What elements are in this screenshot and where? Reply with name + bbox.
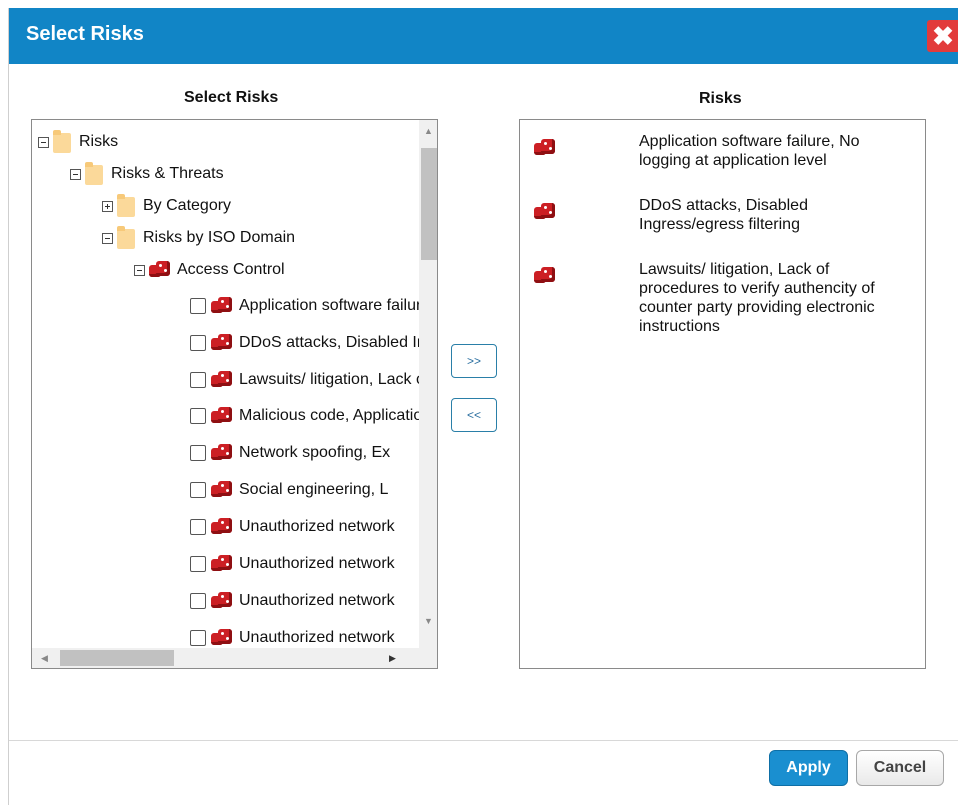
apply-button[interactable]: Apply: [769, 750, 848, 786]
cancel-button[interactable]: Cancel: [856, 750, 944, 786]
tree-leaf-risk[interactable]: DDoS attacks, Disabled Ingress/egress fi…: [190, 331, 437, 355]
scroll-right-icon[interactable]: ▶: [389, 653, 396, 664]
tree-leaf-label: Unauthorized network: [239, 629, 395, 646]
tree-leaf-risk[interactable]: Social engineering, L: [190, 478, 388, 502]
vertical-scroll-thumb[interactable]: [421, 148, 437, 260]
risk-icon: [534, 202, 556, 222]
tree-leaf-risk[interactable]: Unauthorized network: [190, 589, 395, 613]
expand-icon[interactable]: [102, 200, 113, 212]
tree-node-risks[interactable]: Risks: [38, 130, 118, 154]
folder-icon: [117, 226, 137, 250]
tree-leaf-risk[interactable]: Unauthorized network: [190, 515, 395, 539]
remove-risk-button[interactable]: <<: [451, 398, 497, 432]
collapse-icon[interactable]: [70, 168, 81, 180]
risk-checkbox[interactable]: [190, 556, 206, 572]
tree-node-access-control[interactable]: Access Control: [134, 258, 285, 282]
risk-checkbox[interactable]: [190, 593, 206, 609]
collapse-icon[interactable]: [102, 232, 113, 244]
scroll-up-icon[interactable]: ▲: [424, 126, 433, 136]
risk-checkbox[interactable]: [190, 372, 206, 388]
tree-leaf-label: Social engineering, L: [239, 481, 389, 498]
selected-risk-label: Lawsuits/ litigation, Lack of procedures…: [639, 261, 875, 335]
horizontal-scrollbar[interactable]: ◀ ▶: [32, 648, 420, 668]
tree-node-label: Risks & Threats: [111, 165, 224, 182]
collapse-icon[interactable]: [38, 136, 49, 148]
selected-risk-label: Application software failure, No logging…: [639, 133, 860, 169]
tree-leaf-label: Unauthorized network: [239, 518, 395, 535]
tree-leaf-risk[interactable]: Lawsuits/ litigation, Lack of procedures…: [190, 368, 437, 392]
select-risks-dialog: Select Risks ✖ Select Risks Risks Risks …: [8, 8, 958, 805]
risk-icon: [534, 266, 556, 286]
folder-icon: [53, 130, 73, 154]
dialog-title: Select Risks: [26, 23, 144, 45]
tree-leaf-risk[interactable]: Malicious code, Application: [190, 404, 431, 428]
folder-icon: [117, 194, 137, 218]
tree-node-label: Access Control: [177, 261, 285, 278]
risks-heading: Risks: [699, 90, 742, 107]
scroll-left-icon[interactable]: ◀: [41, 653, 48, 664]
folder-icon: [85, 162, 105, 186]
tree-leaf-risk[interactable]: Network spoofing, Ex: [190, 441, 390, 465]
risk-checkbox[interactable]: [190, 519, 206, 535]
tree-leaf-label: Unauthorized network: [239, 555, 395, 572]
close-icon: ✖: [932, 20, 954, 51]
tree-node-label: Risks: [79, 133, 119, 150]
risk-tree-panel[interactable]: Risks Risks & Threats By Category Risks …: [31, 119, 438, 669]
tree-leaf-risk[interactable]: Application software failure, No logging…: [190, 294, 437, 318]
collapse-icon[interactable]: [134, 264, 145, 276]
scrollbar-corner: [419, 648, 437, 668]
risk-icon: [211, 333, 233, 353]
tree-node-label: By Category: [143, 197, 232, 214]
risk-icon: [211, 296, 233, 316]
risk-icon: [534, 138, 556, 158]
risk-icon: [211, 443, 233, 463]
horizontal-scroll-thumb[interactable]: [60, 650, 174, 666]
risk-icon: [149, 260, 171, 280]
tree-leaf-label: Unauthorized network: [239, 592, 395, 609]
risk-icon: [211, 554, 233, 574]
selected-risks-panel: Application software failure, No logging…: [519, 119, 926, 669]
scroll-down-icon[interactable]: ▼: [424, 616, 433, 626]
tree-node-iso-domain[interactable]: Risks by ISO Domain: [102, 226, 295, 250]
vertical-scrollbar[interactable]: ▲ ▼: [419, 120, 437, 650]
tree-leaf-label: Network spoofing, Ex: [239, 444, 391, 461]
tree-node-label: Risks by ISO Domain: [143, 229, 296, 246]
risk-checkbox[interactable]: [190, 408, 206, 424]
tree-leaf-label: DDoS attacks, Disabled Ingress/egress fi…: [239, 334, 437, 351]
tree-leaf-risk[interactable]: Unauthorized network: [190, 552, 395, 576]
footer-divider: [9, 740, 958, 741]
tree-leaf-risk[interactable]: Unauthorized network: [190, 626, 395, 650]
risk-checkbox[interactable]: [190, 482, 206, 498]
risk-icon: [211, 628, 233, 648]
risk-checkbox[interactable]: [190, 335, 206, 351]
risk-checkbox[interactable]: [190, 298, 206, 314]
risk-icon: [211, 406, 233, 426]
add-risk-button[interactable]: >>: [451, 344, 497, 378]
risk-icon: [211, 591, 233, 611]
tree-leaf-label: Lawsuits/ litigation, Lack of procedures…: [239, 371, 437, 388]
risk-icon: [211, 480, 233, 500]
select-risks-heading: Select Risks: [184, 89, 279, 106]
dialog-titlebar: Select Risks ✖: [9, 8, 958, 64]
tree-node-risks-threats[interactable]: Risks & Threats: [70, 162, 224, 186]
risk-icon: [211, 517, 233, 537]
risk-checkbox[interactable]: [190, 445, 206, 461]
selected-risk-label: DDoS attacks, Disabled Ingress/egress fi…: [639, 197, 808, 233]
close-button[interactable]: ✖: [927, 20, 958, 52]
tree-node-by-category[interactable]: By Category: [102, 194, 231, 218]
risk-icon: [211, 370, 233, 390]
tree-leaf-label: Malicious code, Application: [239, 407, 432, 424]
tree-leaf-label: Application software failure, No logging…: [239, 297, 437, 314]
risk-checkbox[interactable]: [190, 630, 206, 646]
